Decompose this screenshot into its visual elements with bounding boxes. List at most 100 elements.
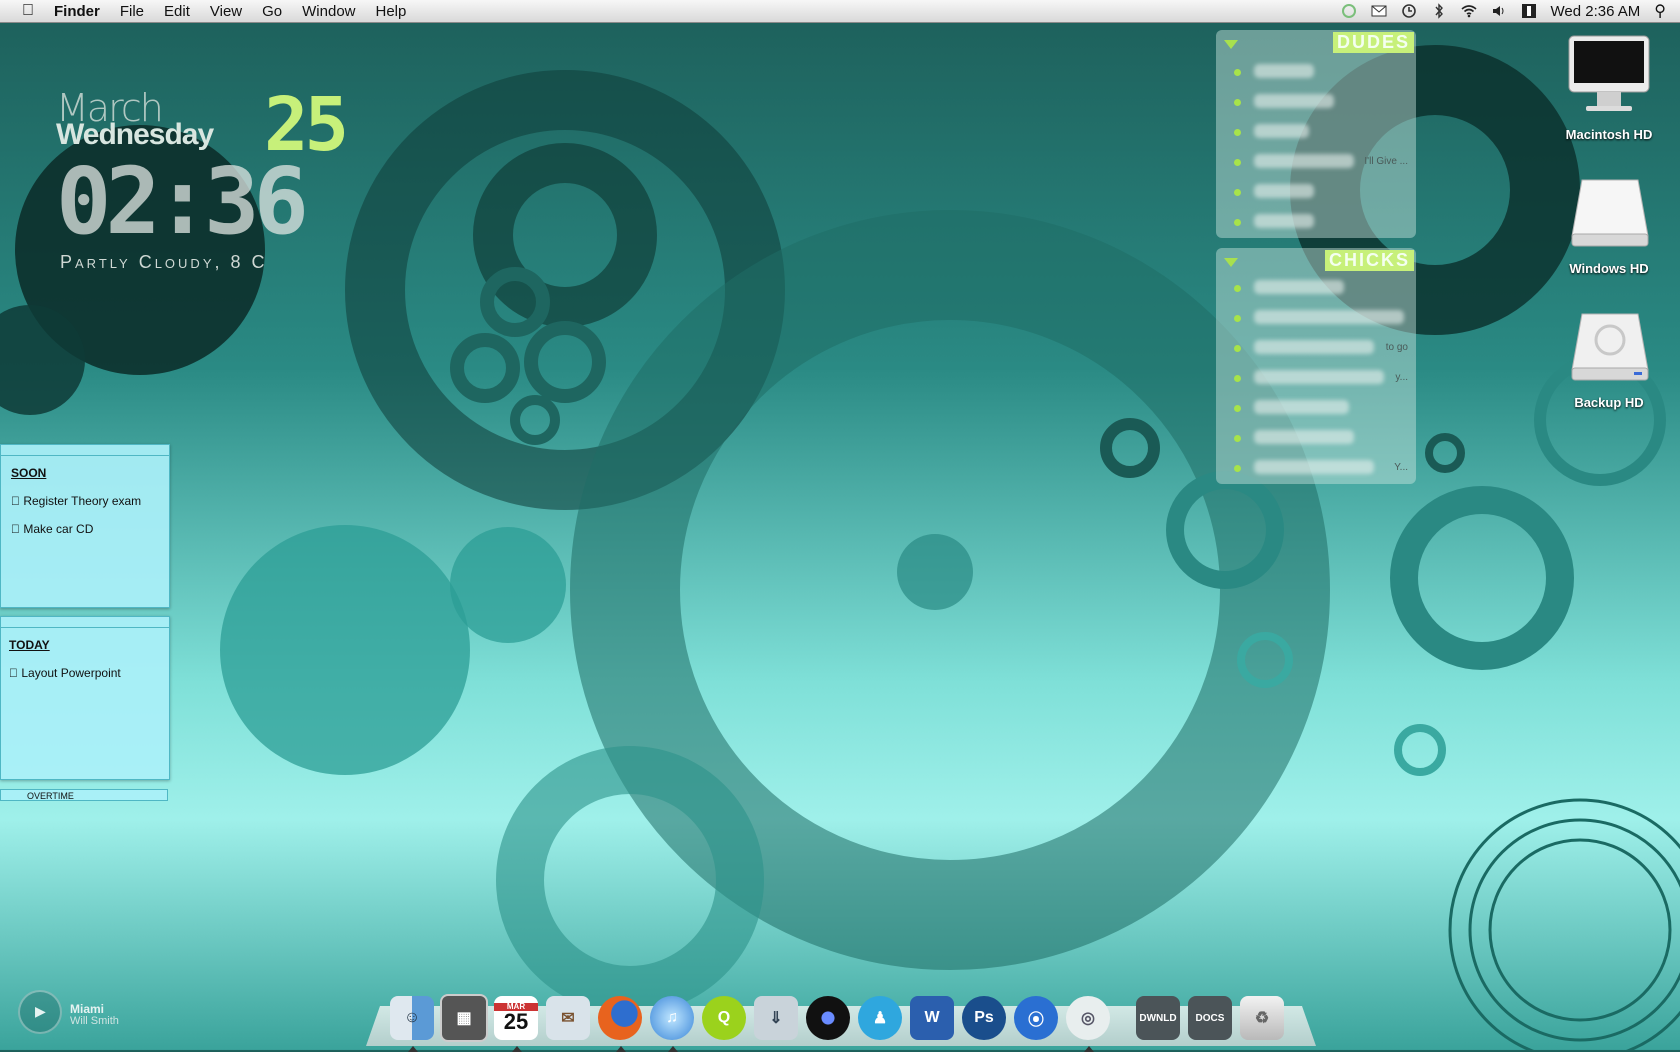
buddy-row[interactable] bbox=[1230, 278, 1410, 298]
dock-trash[interactable]: ♻ bbox=[1238, 992, 1286, 1044]
track-artist: Will Smith bbox=[70, 1015, 119, 1027]
sync-icon[interactable] bbox=[1341, 3, 1357, 19]
desktop-icon-label: Backup HD bbox=[1574, 395, 1644, 410]
dock-ical[interactable]: MAR 25 bbox=[492, 992, 540, 1052]
menu-help[interactable]: Help bbox=[376, 3, 407, 20]
dock-firefox[interactable] bbox=[596, 992, 644, 1052]
online-status-icon bbox=[1234, 375, 1241, 382]
buddy-row[interactable] bbox=[1230, 62, 1410, 82]
buddy-name-redacted bbox=[1254, 214, 1314, 228]
buddy-status: I'll Give ... bbox=[1364, 156, 1408, 167]
buddy-name-redacted bbox=[1254, 154, 1354, 168]
buddy-row[interactable] bbox=[1230, 122, 1410, 142]
wifi-icon[interactable] bbox=[1460, 3, 1477, 19]
buddy-status: y... bbox=[1395, 372, 1408, 383]
input-icon[interactable] bbox=[1521, 3, 1537, 19]
buddy-row[interactable] bbox=[1230, 212, 1410, 232]
running-indicator-icon bbox=[1084, 1046, 1094, 1052]
play-icon: ▶ bbox=[35, 1003, 46, 1019]
buddy-name-redacted bbox=[1254, 370, 1384, 384]
play-button[interactable]: ▶ bbox=[18, 990, 62, 1034]
buddy-row[interactable]: Y... bbox=[1230, 458, 1410, 478]
menu-bar:  Finder File Edit View Go Window Help W… bbox=[0, 0, 1680, 23]
buddy-row[interactable] bbox=[1230, 182, 1410, 202]
buddy-name-redacted bbox=[1254, 124, 1309, 138]
downloads-stack-icon: DWNLD bbox=[1136, 996, 1180, 1040]
track-title: Miami bbox=[70, 1002, 105, 1016]
online-status-icon bbox=[1234, 189, 1241, 196]
collapse-triangle-icon[interactable] bbox=[1224, 40, 1238, 49]
dock-separator bbox=[1116, 992, 1130, 1044]
menubar-clock[interactable]: Wed 2:36 AM bbox=[1551, 3, 1641, 20]
finder-icon: ☺ bbox=[390, 996, 434, 1040]
buddy-row[interactable]: I'll Give ... bbox=[1230, 152, 1410, 172]
menu-go[interactable]: Go bbox=[262, 3, 282, 20]
desktop-icon-macintosh-hd[interactable]: Macintosh HD bbox=[1549, 34, 1669, 142]
online-status-icon bbox=[1234, 405, 1241, 412]
note-item:  Make car CD bbox=[11, 522, 93, 536]
running-indicator-icon bbox=[512, 1046, 522, 1052]
spotlight-search-icon[interactable]: ⚲ bbox=[1654, 1, 1666, 21]
buddy-name-redacted bbox=[1254, 400, 1349, 414]
dock-quicktime[interactable]: Q bbox=[700, 992, 748, 1044]
dock-robot[interactable]: ◎ bbox=[1064, 992, 1112, 1052]
online-status-icon bbox=[1234, 285, 1241, 292]
dock-mail[interactable]: ✉ bbox=[544, 992, 592, 1044]
installer-icon: ⇓ bbox=[754, 996, 798, 1040]
ical-icon: MAR 25 bbox=[494, 996, 538, 1040]
buddy-row[interactable] bbox=[1230, 308, 1410, 328]
time-machine-icon[interactable] bbox=[1401, 3, 1417, 19]
buddy-group-title: CHICKS bbox=[1324, 250, 1414, 271]
dock-itunes[interactable]: ♫ bbox=[648, 992, 696, 1052]
buddy-list-chicks[interactable]: CHICKS to go y... Y... bbox=[1216, 248, 1416, 484]
widget-weather: Partly Cloudy, 8 C bbox=[60, 252, 268, 272]
note-title: TODAY bbox=[9, 638, 50, 652]
menu-window[interactable]: Window bbox=[302, 3, 355, 20]
dock-stack-downloads[interactable]: DWNLD bbox=[1134, 992, 1182, 1044]
bluetooth-icon[interactable] bbox=[1431, 3, 1447, 19]
dock-messenger[interactable]: ♟ bbox=[856, 992, 904, 1044]
widget-time: 02:36 bbox=[56, 148, 309, 255]
buddy-status: Y... bbox=[1394, 462, 1408, 473]
dock-network[interactable]: ⦿ bbox=[1012, 992, 1060, 1044]
desktop-icon-windows-hd[interactable]: Windows HD bbox=[1549, 176, 1669, 276]
dock-word[interactable]: W bbox=[908, 992, 956, 1044]
dock-photoshop[interactable]: Ps bbox=[960, 992, 1008, 1044]
online-status-icon bbox=[1234, 219, 1241, 226]
sticky-note-today[interactable]: TODAY  Layout Powerpoint bbox=[0, 616, 170, 780]
hard-drive-icon bbox=[1571, 179, 1649, 247]
menu-view[interactable]: View bbox=[210, 3, 242, 20]
apple-menu-icon[interactable]:  bbox=[16, 2, 40, 20]
dock-installer[interactable]: ⇓ bbox=[752, 992, 800, 1044]
dock-stack-docs[interactable]: DOCS bbox=[1186, 992, 1234, 1044]
buddy-name-redacted bbox=[1254, 64, 1314, 78]
menu-app-name[interactable]: Finder bbox=[54, 3, 100, 20]
sticky-note-overtime[interactable]: OVERTIME bbox=[0, 789, 168, 801]
mail-icon[interactable] bbox=[1371, 3, 1387, 19]
volume-icon[interactable] bbox=[1491, 3, 1507, 19]
dock-spaces[interactable]: ▦ bbox=[440, 992, 488, 1044]
collapse-triangle-icon[interactable] bbox=[1224, 258, 1238, 267]
time-machine-drive-icon bbox=[1571, 313, 1649, 381]
buddy-status: to go bbox=[1385, 342, 1408, 353]
dock-camera[interactable] bbox=[804, 992, 852, 1044]
camera-icon bbox=[806, 996, 850, 1040]
buddy-name-redacted bbox=[1254, 430, 1354, 444]
buddy-row[interactable]: y... bbox=[1230, 368, 1410, 388]
note-header-line bbox=[1, 445, 169, 456]
sticky-note-soon[interactable]: SOON  Register Theory exam  Make car C… bbox=[0, 444, 170, 608]
dock-finder[interactable]: ☺ bbox=[388, 992, 436, 1052]
messenger-icon: ♟ bbox=[858, 996, 902, 1040]
spaces-icon: ▦ bbox=[440, 994, 488, 1042]
menu-file[interactable]: File bbox=[120, 3, 144, 20]
desktop-icon-label: Windows HD bbox=[1569, 261, 1649, 276]
running-indicator-icon bbox=[668, 1046, 678, 1052]
buddy-row[interactable] bbox=[1230, 92, 1410, 112]
buddy-list-dudes[interactable]: DUDES I'll Give ... bbox=[1216, 30, 1416, 238]
desktop-icon-backup-hd[interactable]: Backup HD bbox=[1549, 310, 1669, 410]
buddy-row[interactable]: to go bbox=[1230, 338, 1410, 358]
robot-icon: ◎ bbox=[1066, 996, 1110, 1040]
buddy-row[interactable] bbox=[1230, 428, 1410, 448]
menu-edit[interactable]: Edit bbox=[164, 3, 190, 20]
buddy-row[interactable] bbox=[1230, 398, 1410, 418]
